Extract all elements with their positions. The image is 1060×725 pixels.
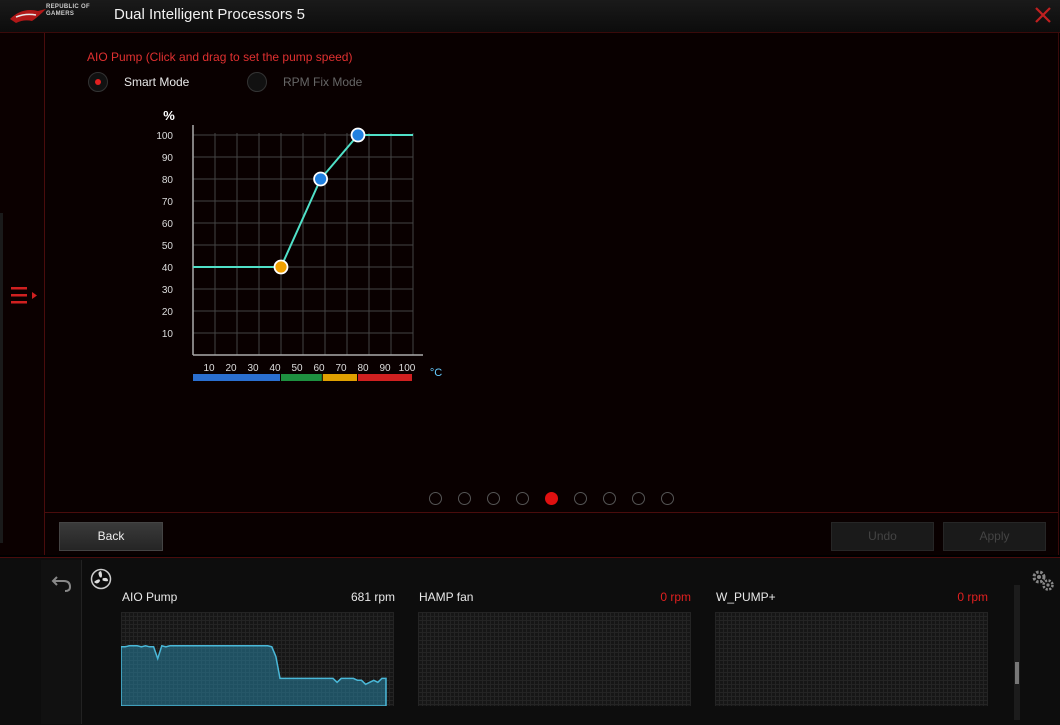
fan-value-w-pump: 0 rpm bbox=[957, 590, 988, 604]
page-dot-circle bbox=[429, 492, 442, 505]
fan-name-hamp-fan: HAMP fan bbox=[419, 590, 474, 604]
fan-name-w-pump: W_PUMP+ bbox=[716, 590, 776, 604]
y-tick-label: 20 bbox=[162, 307, 174, 318]
temp-zone-bar bbox=[281, 374, 322, 381]
y-tick-label: 40 bbox=[162, 263, 174, 274]
temp-zone-bar bbox=[193, 374, 280, 381]
page-dot[interactable] bbox=[574, 492, 588, 506]
page-dot[interactable] bbox=[545, 492, 559, 506]
temp-zone-bar bbox=[358, 374, 412, 381]
x-tick-label: 100 bbox=[399, 363, 416, 374]
scrollbar-thumb[interactable] bbox=[1015, 662, 1019, 684]
curve-control-point[interactable] bbox=[313, 171, 329, 187]
page-dot-circle bbox=[545, 492, 558, 505]
page-dot-circle bbox=[632, 492, 645, 505]
page-dot[interactable] bbox=[458, 492, 472, 506]
x-tick-label: 10 bbox=[203, 363, 215, 374]
x-tick-label: 20 bbox=[225, 363, 237, 374]
fan-history-plot bbox=[120, 644, 387, 707]
fan-value-hamp-fan: 0 rpm bbox=[660, 590, 691, 604]
y-tick-label: 30 bbox=[162, 285, 174, 296]
page-dot[interactable] bbox=[661, 492, 675, 506]
fan-graph-aio-pump bbox=[120, 612, 394, 707]
pump-curve-chart[interactable]: 10 20 30 40 50 60 70 80 90 100 10 20 30 40 50 60 70 80 90 1… bbox=[0, 0, 1060, 420]
fan-value-aio-pump: 681 rpm bbox=[350, 590, 395, 604]
y-tick-label: 50 bbox=[162, 241, 174, 252]
x-tick-label: 50 bbox=[291, 363, 303, 374]
page-dot[interactable] bbox=[603, 492, 617, 506]
undo-button[interactable]: Undo bbox=[831, 522, 934, 551]
settings-gear-icon[interactable] bbox=[1030, 568, 1056, 594]
page-dot[interactable] bbox=[632, 492, 646, 506]
fan-graph-hamp-fan bbox=[418, 612, 691, 706]
x-tick-label: 30 bbox=[247, 363, 259, 374]
page-dot-circle bbox=[516, 492, 529, 505]
y-tick-label: 70 bbox=[162, 197, 174, 208]
curve-control-point[interactable] bbox=[350, 127, 366, 143]
page-dot-circle bbox=[458, 492, 471, 505]
page-dot[interactable] bbox=[487, 492, 501, 506]
back-button[interactable]: Back bbox=[59, 522, 163, 551]
fan-history-area bbox=[120, 644, 387, 707]
apply-button[interactable]: Apply bbox=[943, 522, 1046, 551]
x-tick-label: 70 bbox=[335, 363, 347, 374]
scrollbar[interactable] bbox=[1014, 585, 1020, 720]
y-tick-label: 100 bbox=[156, 131, 173, 142]
y-tick-label: 90 bbox=[162, 153, 174, 164]
page-dot-circle bbox=[603, 492, 616, 505]
page-dot-circle bbox=[574, 492, 587, 505]
x-axis-label: °C bbox=[430, 367, 442, 379]
fan-icon bbox=[90, 568, 112, 590]
y-tick-label: 60 bbox=[162, 219, 174, 230]
y-tick-label: 10 bbox=[162, 329, 174, 340]
page-dot[interactable] bbox=[429, 492, 443, 506]
fan-name-aio-pump: AIO Pump bbox=[122, 590, 178, 604]
x-tick-label: 40 bbox=[269, 363, 281, 374]
x-tick-label: 80 bbox=[357, 363, 369, 374]
page-dot-circle bbox=[661, 492, 674, 505]
curve-control-point[interactable] bbox=[273, 259, 289, 275]
x-tick-label: 60 bbox=[313, 363, 325, 374]
back-arrow-icon[interactable] bbox=[50, 572, 74, 594]
fan-graph-w-pump bbox=[715, 612, 988, 706]
temp-zone-bar bbox=[322, 374, 357, 381]
y-tick-label: 80 bbox=[162, 175, 174, 186]
page-dot[interactable] bbox=[516, 492, 530, 506]
divider bbox=[45, 512, 1058, 513]
page-dot-circle bbox=[487, 492, 500, 505]
x-tick-label: 90 bbox=[379, 363, 391, 374]
y-axis-label: % bbox=[163, 108, 175, 123]
